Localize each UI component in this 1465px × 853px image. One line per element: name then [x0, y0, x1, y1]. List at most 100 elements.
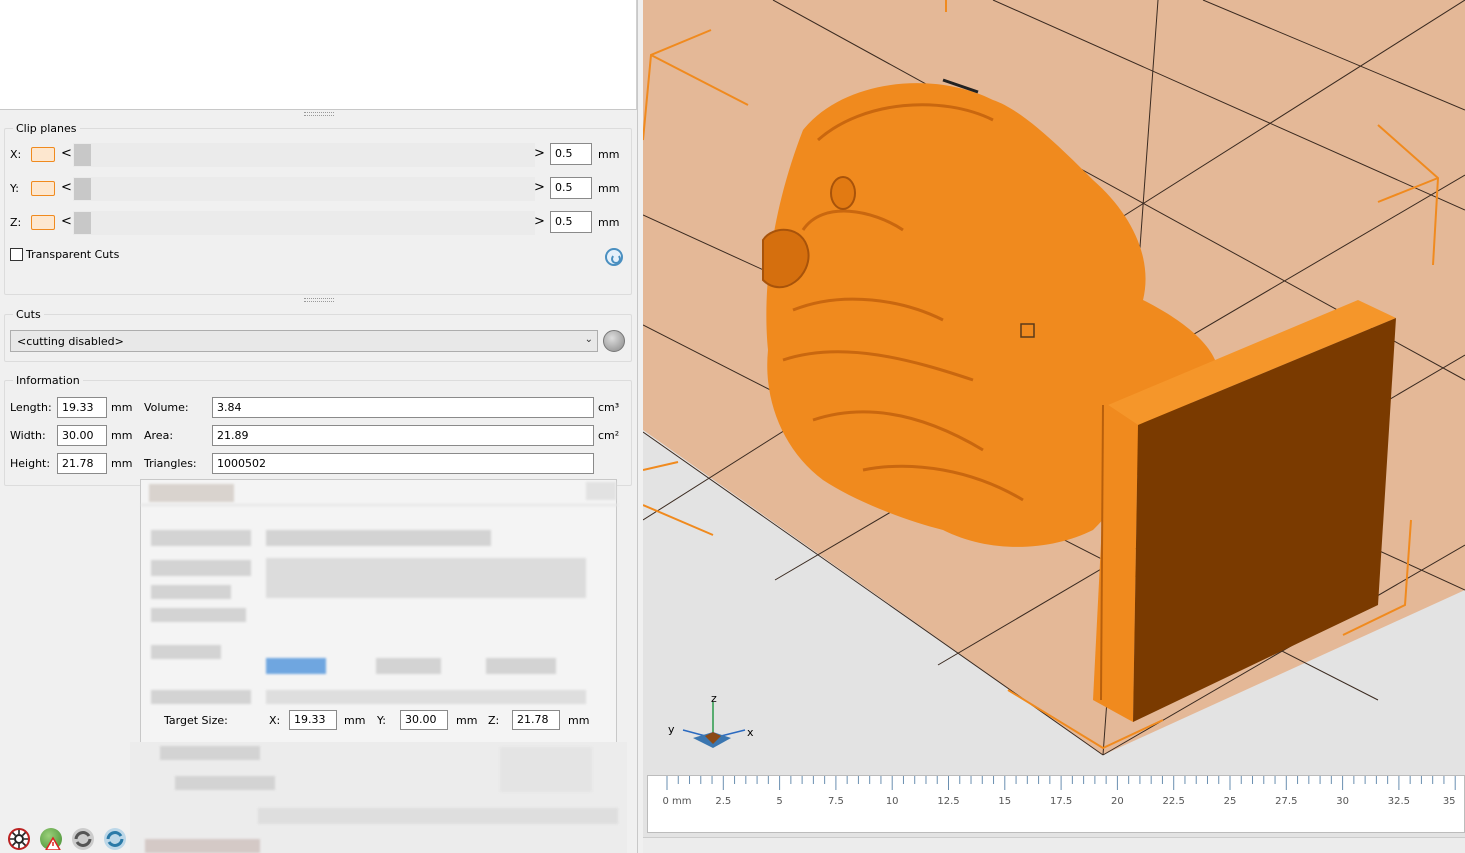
object-list-area[interactable]: [0, 0, 637, 110]
clip-z-increase-button[interactable]: >: [534, 214, 545, 229]
clip-z-slider-thumb[interactable]: [74, 212, 91, 234]
clip-x-increase-button[interactable]: >: [534, 146, 545, 161]
clip-x-slider-thumb[interactable]: [74, 144, 91, 166]
clip-y-decrease-button[interactable]: <: [61, 180, 72, 195]
blurred-lower-4: [145, 839, 260, 853]
height-unit: mm: [111, 457, 133, 470]
rotate-icon[interactable]: [72, 828, 94, 850]
blurred-cell-2: [376, 658, 441, 674]
axis-z-label: z: [711, 692, 717, 705]
blurred-row-3: [151, 585, 231, 599]
blurred-lower-button: [500, 747, 592, 792]
clip-z-value-input[interactable]: 0.5: [550, 211, 592, 233]
timeline-ruler[interactable]: 0 mm 2.5 5 7.5 10 12.5 15 17.5 20 22.5 25 27.5 30 32.…: [647, 775, 1465, 833]
ruler-tick-label: 7.5: [827, 796, 844, 807]
axis-y-label: y: [668, 723, 675, 736]
left-panel: Clip planes X: < > 0.5 mm Y: < > 0.5 mm …: [0, 0, 638, 853]
clip-x-value-input[interactable]: 0.5: [550, 143, 592, 165]
target-x-input[interactable]: 19.33: [289, 710, 337, 730]
blurred-row-2: [151, 560, 251, 576]
clip-z-decrease-button[interactable]: <: [61, 214, 72, 229]
target-y-input[interactable]: 30.00: [400, 710, 448, 730]
clip-x-color-swatch[interactable]: [31, 147, 55, 162]
transparent-cuts-checkbox[interactable]: [10, 248, 23, 261]
length-unit: mm: [111, 401, 133, 414]
area-value[interactable]: 21.89: [212, 425, 594, 446]
blurred-row-6b: [266, 690, 586, 704]
cuts-title: Cuts: [13, 308, 44, 321]
clip-row-x: X: < > 0.5 mm: [10, 143, 620, 169]
blurred-selected-cell: [266, 658, 326, 674]
ruler-tick-label: 30: [1336, 796, 1349, 807]
clip-x-decrease-button[interactable]: <: [61, 146, 72, 161]
length-value[interactable]: 19.33: [57, 397, 107, 418]
ruler-tick-label: 2.5: [715, 796, 732, 807]
axis-x-label: x: [747, 726, 754, 739]
clip-z-slider-track[interactable]: [73, 211, 535, 235]
width-label: Width:: [10, 429, 46, 442]
target-x-label: X:: [269, 714, 281, 727]
ruler-tick-label: 27.5: [1275, 796, 1298, 807]
ruler-tick-label: 5: [776, 796, 783, 807]
clip-y-value-input[interactable]: 0.5: [550, 177, 592, 199]
clip-y-color-swatch[interactable]: [31, 181, 55, 196]
rotate-blue-icon[interactable]: [104, 828, 126, 850]
height-value[interactable]: 21.78: [57, 453, 107, 474]
volume-value[interactable]: 3.84: [212, 397, 594, 418]
blurred-row-1: [151, 530, 251, 546]
ruler-tick-label: 0 mm: [662, 796, 692, 807]
splitter-grip-2[interactable]: [304, 298, 334, 302]
blurred-lower-panel: [130, 742, 627, 853]
area-label: Area:: [144, 429, 174, 442]
clip-y-slider-thumb[interactable]: [74, 178, 91, 200]
clip-y-slider-track[interactable]: [73, 177, 535, 201]
target-y-unit: mm: [456, 714, 478, 727]
3d-viewport[interactable]: z y x: [643, 0, 1465, 853]
target-z-input[interactable]: 21.78: [512, 710, 560, 730]
width-unit: mm: [111, 429, 133, 442]
clip-row-y: Y: < > 0.5 mm: [10, 177, 620, 203]
transparent-cuts-label: Transparent Cuts: [26, 248, 120, 261]
blurred-row-1b: [266, 530, 491, 546]
ruler-tick-label: 20: [1111, 796, 1124, 807]
status-strip: [643, 837, 1465, 853]
settings-gear-icon[interactable]: [8, 828, 30, 850]
scale-dialog: Target Size: X: 19.33 mm Y: 30.00 mm Z: …: [140, 479, 618, 745]
blurred-grid: [266, 558, 586, 598]
clip-y-unit: mm: [598, 182, 620, 195]
scene-canvas[interactable]: [643, 0, 1465, 853]
blurred-lower-3: [258, 808, 618, 824]
volume-label: Volume:: [144, 401, 189, 414]
blurred-title: [149, 484, 234, 502]
clip-x-unit: mm: [598, 148, 620, 161]
clip-y-label: Y:: [10, 182, 19, 195]
cuts-dropdown[interactable]: <cutting disabled> ⌄: [10, 330, 598, 352]
clip-z-label: Z:: [10, 216, 22, 229]
triangles-value[interactable]: 1000502: [212, 453, 594, 474]
blurred-lower-1: [160, 746, 260, 760]
splitter-grip[interactable]: [304, 112, 334, 116]
knife-sphere-icon[interactable]: [603, 330, 625, 352]
ruler-tick-label: 25: [1223, 796, 1237, 807]
ruler-tick-label: 22.5: [1162, 796, 1185, 807]
globe-warning-icon[interactable]: [40, 828, 62, 851]
blurred-lower-2: [175, 776, 275, 790]
clip-z-color-swatch[interactable]: [31, 215, 55, 230]
blurred-row-4: [151, 608, 246, 622]
volume-unit: cm³: [598, 401, 620, 414]
clip-x-slider-track[interactable]: [73, 143, 535, 167]
information-title: Information: [13, 374, 83, 387]
target-x-unit: mm: [344, 714, 366, 727]
target-z-unit: mm: [568, 714, 590, 727]
reset-icon[interactable]: [605, 248, 623, 266]
clip-planes-title: Clip planes: [13, 122, 80, 135]
clip-y-increase-button[interactable]: >: [534, 180, 545, 195]
area-unit: cm²: [598, 429, 620, 442]
blurred-row-5: [151, 645, 221, 659]
ruler-tick-label: 15: [998, 796, 1012, 807]
blurred-close-button: [586, 482, 616, 500]
ruler-ticks: [666, 776, 1456, 790]
width-value[interactable]: 30.00: [57, 425, 107, 446]
ruler-tick-label: 17.5: [1049, 796, 1073, 807]
clip-z-unit: mm: [598, 216, 620, 229]
